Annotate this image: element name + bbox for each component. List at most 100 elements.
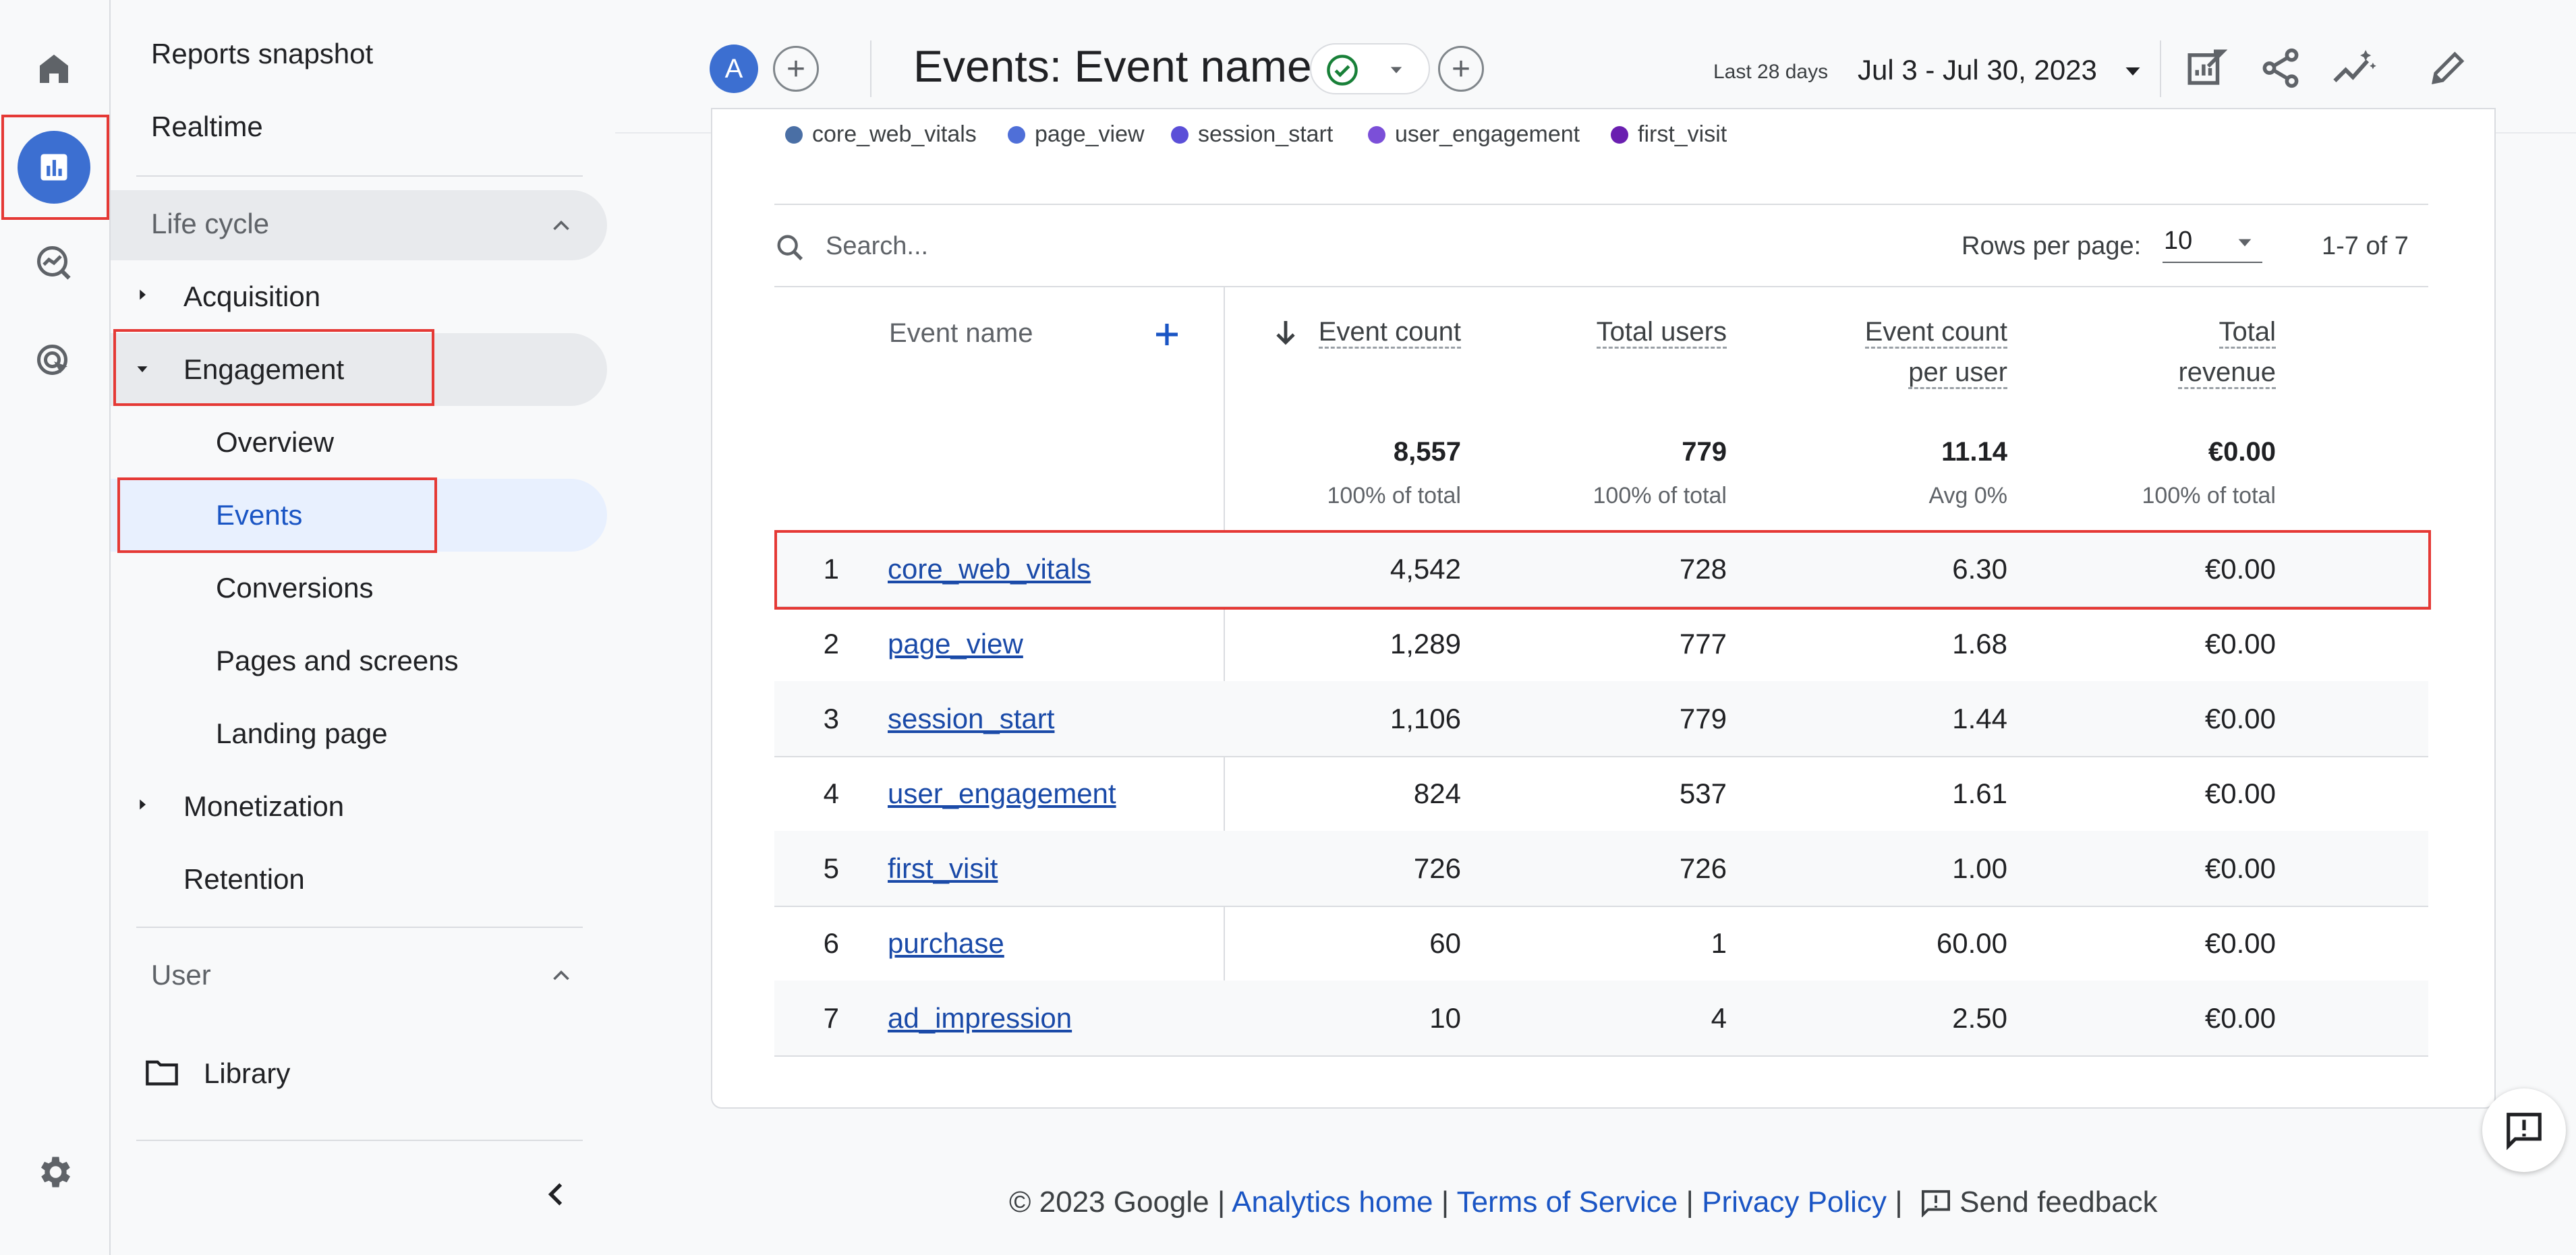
table-row[interactable]: 2 page_view 1,289 777 1.68 €0.00 (774, 606, 2428, 682)
settings-gear-icon[interactable] (27, 1145, 81, 1199)
sort-arrow-down-icon[interactable] (1272, 317, 1299, 349)
revenue-cell: €0.00 (2204, 852, 2276, 884)
footer-copyright: © 2023 Google | (1009, 1186, 1226, 1219)
collapse-chevron-left-icon[interactable] (540, 1177, 573, 1211)
customize-report-icon[interactable] (2184, 46, 2229, 90)
legend-item[interactable]: first_visit (1611, 121, 1727, 148)
nav-retention[interactable]: Retention (183, 863, 305, 896)
nav-library[interactable]: Library (204, 1057, 290, 1090)
per-user-cell: 1.00 (1952, 852, 2007, 884)
check-circle-icon (1327, 55, 1358, 86)
per-user-cell: 1.68 (1952, 628, 2007, 660)
legend-item[interactable]: page_view (1008, 121, 1145, 148)
search-input[interactable]: Search... (826, 232, 928, 261)
event-count-cell: 60 (1429, 927, 1461, 959)
table-row[interactable]: 7 ad_impression 10 4 2.50 €0.00 (774, 981, 2428, 1057)
send-feedback-button[interactable]: Send feedback (1920, 1186, 2158, 1219)
event-name-link[interactable]: session_start (888, 681, 1054, 756)
row-rank: 7 (823, 1002, 839, 1034)
header-total-revenue[interactable]: Total revenue (2075, 312, 2276, 392)
nav-acquisition[interactable]: Acquisition (183, 281, 320, 313)
total-users-cell: 779 (1679, 703, 1727, 734)
page-title: Events: Event name (913, 41, 1312, 91)
footer-terms-link[interactable]: Terms of Service (1457, 1186, 1678, 1219)
divider (774, 286, 2428, 287)
event-name-link[interactable]: core_web_vitals (888, 531, 1091, 606)
nav-pages-and-screens[interactable]: Pages and screens (216, 645, 459, 677)
add-button[interactable]: + (1438, 46, 1484, 92)
date-dropdown-caret-icon[interactable] (2121, 59, 2145, 84)
nav-events-row[interactable] (111, 479, 607, 552)
nav-engagement[interactable]: Engagement (183, 353, 344, 386)
date-preset-label[interactable]: Last 28 days (1713, 61, 1828, 84)
dropdown-caret-icon (1390, 67, 1402, 74)
legend-item[interactable]: user_engagement (1368, 121, 1580, 148)
advertising-icon[interactable] (27, 334, 81, 388)
divider (870, 40, 871, 97)
divider (774, 204, 2428, 205)
nav-reports-snapshot[interactable]: Reports snapshot (151, 38, 373, 70)
event-name-link[interactable]: page_view (888, 606, 1023, 681)
event-name-link[interactable]: purchase (888, 906, 1004, 981)
legend-item[interactable]: core_web_vitals (785, 121, 977, 148)
footer-analytics-home-link[interactable]: Analytics home (1232, 1186, 1433, 1219)
event-name-link[interactable]: ad_impression (888, 981, 1072, 1055)
revenue-cell: €0.00 (2204, 927, 2276, 959)
event-name-link[interactable]: user_engagement (888, 756, 1116, 831)
date-range-label[interactable]: Jul 3 - Jul 30, 2023 (1858, 54, 2097, 86)
per-user-cell: 2.50 (1952, 1002, 2007, 1034)
table-row[interactable]: 4 user_engagement 824 537 1.61 €0.00 (774, 756, 2428, 832)
explore-icon[interactable] (27, 236, 81, 290)
caret-right-icon[interactable] (132, 285, 152, 305)
nav-user-label[interactable]: User (151, 959, 211, 991)
chevron-up-icon[interactable] (549, 213, 573, 237)
chevron-up-icon[interactable] (549, 963, 573, 987)
footer-privacy-link[interactable]: Privacy Policy (1702, 1186, 1887, 1219)
event-count-cell: 824 (1413, 778, 1461, 809)
add-comparison-button[interactable]: + (773, 46, 819, 92)
reports-icon[interactable] (18, 131, 90, 204)
feedback-fab[interactable] (2482, 1088, 2566, 1172)
nav-events[interactable]: Events (216, 499, 302, 531)
nav-monetization[interactable]: Monetization (183, 790, 344, 823)
home-icon[interactable] (27, 42, 81, 96)
caret-right-icon[interactable] (132, 794, 152, 815)
header-total-users[interactable]: Total users (1524, 312, 1727, 352)
event-name-link[interactable]: first_visit (888, 831, 998, 906)
footer-separator: | (1686, 1186, 1694, 1219)
revenue-cell: €0.00 (2204, 1002, 2276, 1034)
total-users: 779 (1682, 437, 1727, 467)
total-users-cell: 1 (1711, 927, 1727, 959)
comparison-avatar[interactable]: A (710, 45, 758, 93)
add-dimension-plus-icon[interactable] (1151, 318, 1183, 351)
legend-item[interactable]: session_start (1171, 121, 1333, 148)
nav-realtime[interactable]: Realtime (151, 111, 263, 143)
table-row[interactable]: 6 purchase 60 1 60.00 €0.00 (774, 906, 2428, 982)
nav-lifecycle-label: Life cycle (151, 208, 270, 239)
table-row[interactable]: 3 session_start 1,106 779 1.44 €0.00 (774, 681, 2428, 757)
row-rank: 2 (823, 628, 839, 660)
feedback-icon (2507, 1113, 2542, 1150)
table-row[interactable]: 1 core_web_vitals 4,542 728 6.30 €0.00 (774, 531, 2428, 608)
total-users-cell: 726 (1679, 852, 1727, 884)
nav-conversions[interactable]: Conversions (216, 572, 373, 604)
edit-pencil-icon[interactable] (2427, 47, 2469, 89)
per-user-cell: 1.61 (1952, 778, 2007, 809)
insights-icon[interactable] (2331, 46, 2378, 90)
divider (136, 1140, 583, 1141)
table-row[interactable]: 5 first_visit 726 726 1.00 €0.00 (774, 831, 2428, 907)
total-users-cell: 4 (1711, 1002, 1727, 1034)
nav-landing-page[interactable]: Landing page (216, 718, 388, 750)
divider (136, 175, 583, 177)
report-status-button[interactable] (1310, 43, 1430, 94)
header-event-count[interactable]: Event count (1302, 312, 1461, 352)
rows-per-page-select[interactable]: 10 (2163, 227, 2262, 263)
per-user-cell: 6.30 (1952, 553, 2007, 585)
nav-overview[interactable]: Overview (216, 426, 334, 459)
share-icon[interactable] (2258, 46, 2303, 90)
caret-down-icon[interactable] (132, 359, 152, 379)
footer: © 2023 Google | Analytics home | Terms o… (1009, 1186, 2158, 1219)
total-users-cell: 728 (1679, 553, 1727, 585)
header-event-count-per-user[interactable]: Event count per user (1754, 312, 2007, 392)
event-count-cell: 1,289 (1390, 628, 1461, 660)
